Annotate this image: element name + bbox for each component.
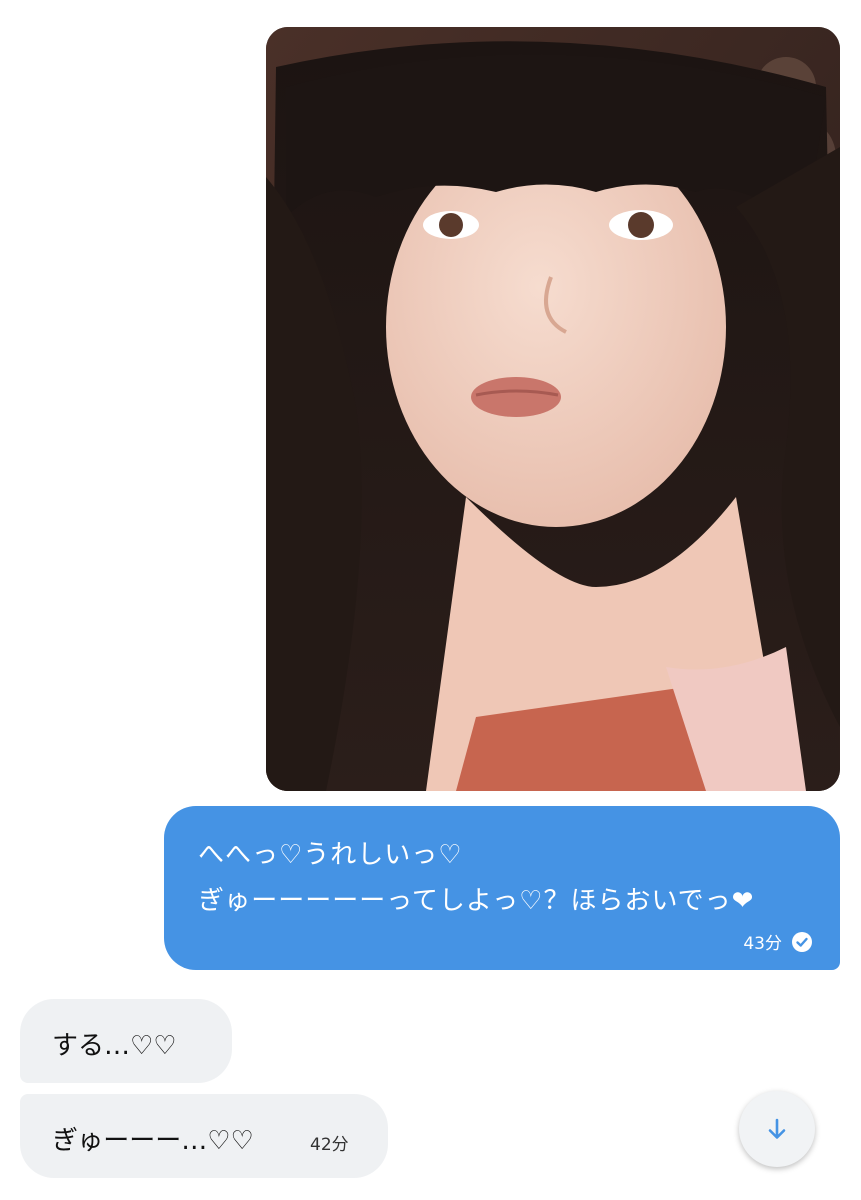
sent-photo[interactable] xyxy=(266,27,840,791)
message-line: ぎゅーーーーーってしよっ♡？ほらおいでっ❤ xyxy=(198,886,755,916)
scroll-to-bottom-button[interactable] xyxy=(739,1091,815,1167)
check-circle-icon xyxy=(792,931,812,952)
photo-image xyxy=(266,27,840,791)
outgoing-message-bubble[interactable]: へへっ♡うれしいっ♡ ぎゅーーーーーってしよっ♡？ほらおいでっ❤ 43分 xyxy=(164,806,840,970)
message-time: 43分 xyxy=(743,934,782,954)
incoming-message-bubble[interactable]: ぎゅーーー…♡♡ 42分 xyxy=(20,1094,388,1178)
message-text: ぎゅーーー…♡♡ xyxy=(52,1126,254,1156)
message-line: へへっ♡うれしいっ♡ xyxy=(198,840,463,870)
arrow-down-icon xyxy=(768,1118,786,1139)
message-meta: 43分 xyxy=(743,929,812,954)
incoming-message-bubble[interactable]: する…♡♡ xyxy=(20,999,232,1083)
message-time: 42分 xyxy=(310,1135,349,1155)
message-text: する…♡♡ xyxy=(52,1031,177,1061)
